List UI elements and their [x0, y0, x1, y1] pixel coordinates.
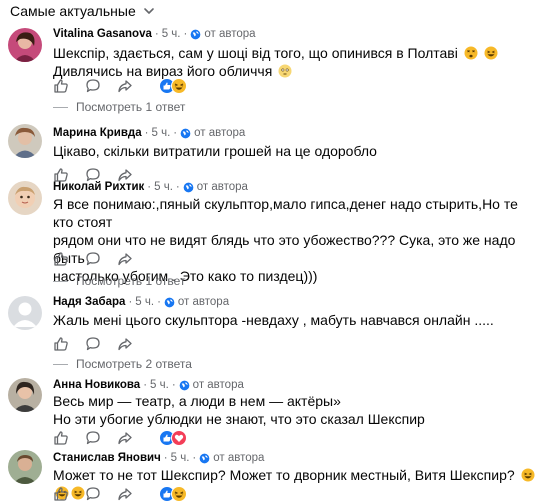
globe-icon: [180, 128, 191, 138]
comment-line: Может то не тот Шекспир? Может то дворни…: [53, 467, 515, 483]
avatar[interactable]: [8, 124, 42, 158]
laughing-face-icon: [484, 46, 498, 60]
love-reaction-icon: [171, 430, 187, 446]
view-replies-label: Посмотреть 1 ответ: [76, 274, 186, 288]
share-icon[interactable]: [117, 430, 133, 446]
separator: ·: [147, 181, 152, 193]
comment-privacy: от автора: [204, 28, 256, 40]
view-replies-link[interactable]: Посмотреть 2 ответа: [53, 357, 192, 371]
comment-bubble-icon[interactable]: [85, 251, 101, 267]
sort-label: Самые актуальные: [10, 3, 136, 19]
comment-text: Шекспір, здається, сам у шоці від того, …: [53, 44, 538, 80]
comment-time[interactable]: 5 ч.: [150, 379, 169, 391]
globe-icon: [190, 29, 201, 39]
comment-line: Цікаво, скільки витратили грошей на це о…: [53, 143, 377, 159]
separator: ·: [163, 452, 168, 464]
thumb-up-icon[interactable]: [53, 78, 69, 94]
comment-author[interactable]: Надя Забара: [53, 296, 125, 308]
globe-icon: [164, 297, 175, 307]
haha-reaction-icon: [171, 78, 187, 94]
comment-line: Дивлячись на вираз його обличчя: [53, 63, 273, 79]
separator: ·: [192, 452, 197, 464]
comment-line: Весь мир — театр, а люди в нем — актёры»: [53, 393, 341, 409]
comment-time[interactable]: 5 ч.: [154, 181, 173, 193]
comment-text: Весь мир — театр, а люди в нем — актёры»…: [53, 392, 538, 428]
thumb-up-icon[interactable]: [53, 486, 69, 502]
dizzy-face-icon: [464, 46, 478, 60]
separator: ·: [175, 181, 180, 193]
reply-thread-line: [53, 363, 68, 365]
view-replies-link[interactable]: Посмотреть 1 ответ: [53, 274, 185, 288]
comment-privacy: от автора: [192, 379, 244, 391]
share-icon[interactable]: [117, 336, 133, 352]
reply-thread-line: [53, 106, 68, 108]
separator: ·: [173, 127, 178, 139]
avatar[interactable]: [8, 181, 42, 215]
comment-text: Жаль мені цього скульптора -невдаху , ма…: [53, 311, 538, 329]
comment-bubble-icon[interactable]: [85, 486, 101, 502]
comment-bubble-icon[interactable]: [85, 78, 101, 94]
share-icon[interactable]: [117, 486, 133, 502]
comment-privacy: от автора: [194, 127, 246, 139]
comment-author[interactable]: Анна Новикова: [53, 379, 140, 391]
comment-author[interactable]: Vitalina Gasanova: [53, 28, 152, 40]
comment-author[interactable]: Марина Кривда: [53, 127, 142, 139]
comment-author[interactable]: Николай Рихтик: [53, 181, 144, 193]
share-icon[interactable]: [117, 78, 133, 94]
comment-author[interactable]: Станислав Янович: [53, 452, 161, 464]
comment-time[interactable]: 5 ч.: [162, 28, 181, 40]
flushed-face-icon: [278, 64, 292, 78]
view-replies-label: Посмотреть 2 ответа: [76, 357, 192, 371]
laughing-face-icon: [521, 468, 535, 482]
comment-line: Я все понимаю:,пяный скульптор,мало гипс…: [53, 196, 518, 230]
avatar[interactable]: [8, 28, 42, 62]
reaction-summary[interactable]: [159, 430, 187, 446]
comment-bubble-icon[interactable]: [85, 430, 101, 446]
sort-dropdown[interactable]: Самые актуальные: [10, 3, 156, 19]
separator: ·: [171, 379, 176, 391]
avatar[interactable]: [8, 296, 42, 330]
comment-time[interactable]: 5 ч.: [171, 452, 190, 464]
comment-privacy: от автора: [213, 452, 265, 464]
separator: ·: [183, 28, 188, 40]
comment-time[interactable]: 5 ч.: [151, 127, 170, 139]
separator: ·: [128, 296, 133, 308]
comment-privacy: от автора: [196, 181, 248, 193]
share-icon[interactable]: [117, 251, 133, 267]
avatar[interactable]: [8, 378, 42, 412]
comment-line: Жаль мені цього скульптора -невдаху , ма…: [53, 312, 494, 328]
comment-bubble-icon[interactable]: [85, 336, 101, 352]
thumb-up-icon[interactable]: [53, 251, 69, 267]
chevron-down-icon: [143, 8, 154, 14]
comment-privacy: от автора: [177, 296, 230, 308]
thumb-up-icon[interactable]: [53, 430, 69, 446]
view-replies-link[interactable]: Посмотреть 1 ответ: [53, 100, 185, 114]
haha-reaction-icon: [171, 486, 187, 502]
separator: ·: [154, 28, 159, 40]
thumb-up-icon[interactable]: [53, 336, 69, 352]
comment-line: Шекспір, здається, сам у шоці від того, …: [53, 45, 458, 61]
comment-time[interactable]: 5 ч.: [135, 296, 154, 308]
globe-icon: [179, 380, 190, 390]
globe-icon: [199, 453, 210, 463]
separator: ·: [157, 296, 161, 308]
view-replies-label: Посмотреть 1 ответ: [76, 100, 186, 114]
comment-text: Цікаво, скільки витратили грошей на це о…: [53, 142, 538, 160]
reaction-summary[interactable]: [159, 486, 187, 502]
comment-line: Но эти убогие ублюдки не знают, что это …: [53, 411, 425, 427]
reaction-summary[interactable]: [159, 78, 187, 94]
separator: ·: [144, 127, 149, 139]
comment-text: Я все понимаю:,пяный скульптор,мало гипс…: [53, 195, 538, 285]
globe-icon: [183, 182, 194, 192]
reply-thread-line: [53, 280, 68, 282]
separator: ·: [143, 379, 148, 391]
avatar[interactable]: [8, 450, 42, 484]
